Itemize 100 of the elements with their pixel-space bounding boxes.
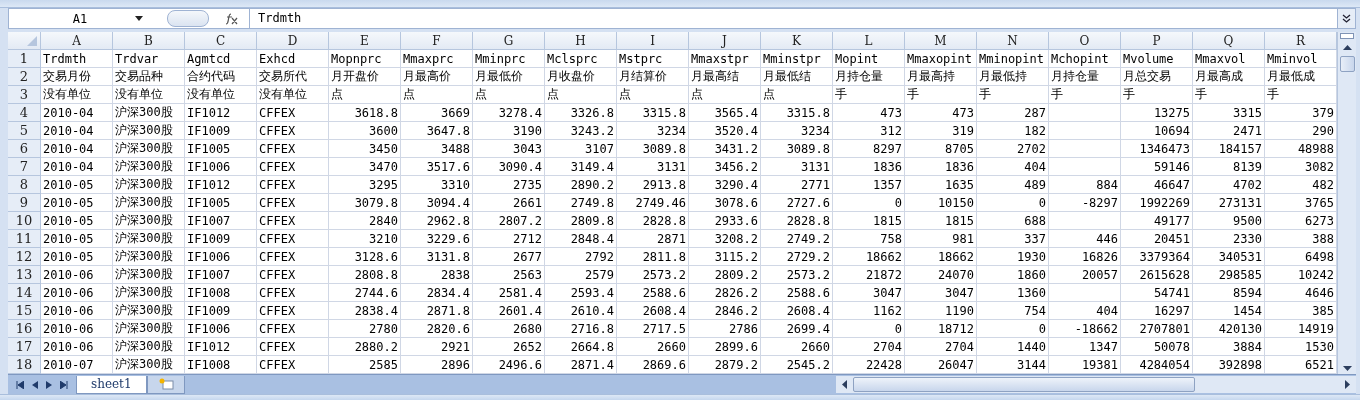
column-header[interactable]: Q [1193, 32, 1265, 50]
last-sheet-icon[interactable] [60, 380, 68, 389]
scroll-left-icon[interactable] [842, 380, 847, 389]
table-cell: 2871.8 [401, 302, 473, 320]
row-header[interactable]: 4 [8, 104, 41, 122]
row-header[interactable]: 15 [8, 302, 41, 320]
table-cell: 3488 [401, 140, 473, 158]
column-header[interactable]: R [1265, 32, 1337, 50]
column-header[interactable]: L [833, 32, 905, 50]
table-cell: 3456.2 [689, 158, 761, 176]
table-cell: CFFEX [257, 104, 329, 122]
previous-sheet-icon[interactable] [32, 380, 38, 389]
row-header[interactable]: 5 [8, 122, 41, 140]
table-cell: 2471 [1193, 122, 1265, 140]
scroll-right-icon[interactable] [1345, 380, 1350, 389]
table-cell: 3379364 [1121, 248, 1193, 266]
table-cell: 1635 [905, 176, 977, 194]
scroll-thumb[interactable] [853, 377, 1195, 392]
table-cell: 18712 [905, 320, 977, 338]
column-header[interactable]: C [185, 32, 257, 50]
column-header[interactable]: E [329, 32, 401, 50]
table-cell: IF1005 [185, 194, 257, 212]
split-handle[interactable] [1340, 33, 1354, 39]
table-cell: 2010-04 [41, 122, 113, 140]
scroll-down-icon[interactable] [1342, 366, 1352, 371]
table-cell: 2010-05 [41, 212, 113, 230]
table-cell: 3234 [617, 122, 689, 140]
table-cell: 点 [473, 86, 545, 104]
column-header[interactable]: G [473, 32, 545, 50]
name-box[interactable]: A1 [9, 9, 167, 28]
column-header[interactable]: B [113, 32, 185, 50]
row-header[interactable]: 6 [8, 140, 41, 158]
empty-cell [1049, 284, 1121, 302]
row-header[interactable]: 13 [8, 266, 41, 284]
column-header[interactable]: I [617, 32, 689, 50]
empty-cell [1049, 158, 1121, 176]
row-header[interactable]: 17 [8, 338, 41, 356]
table-cell: 合约代码 [185, 68, 257, 86]
function-icon[interactable] [225, 12, 239, 25]
next-sheet-icon[interactable] [46, 380, 52, 389]
row-header[interactable]: 3 [8, 86, 41, 104]
column-header[interactable]: J [689, 32, 761, 50]
column-header[interactable]: F [401, 32, 473, 50]
row-header[interactable]: 7 [8, 158, 41, 176]
row-header[interactable]: 11 [8, 230, 41, 248]
row-header[interactable]: 9 [8, 194, 41, 212]
table-cell: CFFEX [257, 212, 329, 230]
table-cell: 沪深300股 [113, 212, 185, 230]
column-header[interactable]: K [761, 32, 833, 50]
row-header[interactable]: 12 [8, 248, 41, 266]
table-cell: 16826 [1049, 248, 1121, 266]
table-cell: CFFEX [257, 248, 329, 266]
table-cell: CFFEX [257, 158, 329, 176]
table-cell: 2563 [473, 266, 545, 284]
column-header[interactable]: D [257, 32, 329, 50]
column-header[interactable]: P [1121, 32, 1193, 50]
table-cell: 8705 [905, 140, 977, 158]
scroll-thumb[interactable] [1339, 56, 1355, 72]
table-cell: 3450 [329, 140, 401, 158]
table-cell: 月最高成 [1193, 68, 1265, 86]
row-header[interactable]: 2 [8, 68, 41, 86]
column-header[interactable]: O [1049, 32, 1121, 50]
column-header[interactable]: N [977, 32, 1049, 50]
row-header[interactable]: 8 [8, 176, 41, 194]
table-cell: 2010-06 [41, 338, 113, 356]
table-cell: 没有单位 [257, 86, 329, 104]
column-header[interactable]: M [905, 32, 977, 50]
double-chevron-icon [1342, 14, 1351, 23]
table-cell: 沪深300股 [113, 104, 185, 122]
row-header[interactable]: 16 [8, 320, 41, 338]
scroll-up-icon[interactable] [1342, 45, 1352, 50]
table-cell: 2010-06 [41, 266, 113, 284]
table-cell: 2846.2 [689, 302, 761, 320]
table-cell: 沪深300股 [113, 122, 185, 140]
table-cell: IF1006 [185, 320, 257, 338]
table-cell: 10694 [1121, 122, 1193, 140]
table-cell: 20057 [1049, 266, 1121, 284]
row-header[interactable]: 14 [8, 284, 41, 302]
table-cell: Exhcd [257, 50, 329, 68]
horizontal-scrollbar[interactable] [836, 376, 1356, 393]
expand-button[interactable] [1337, 9, 1355, 28]
row-header[interactable]: 10 [8, 212, 41, 230]
insert-sheet-button[interactable] [146, 375, 185, 394]
table-cell: 24070 [905, 266, 977, 284]
column-header[interactable]: A [41, 32, 113, 50]
table-cell: 2573.2 [617, 266, 689, 284]
table-cell: 2010-05 [41, 248, 113, 266]
row-header[interactable]: 18 [8, 356, 41, 374]
table-cell: 2838.4 [329, 302, 401, 320]
table-cell: 3243.2 [545, 122, 617, 140]
table-cell: 319 [905, 122, 977, 140]
column-header[interactable]: H [545, 32, 617, 50]
table-cell: 点 [329, 86, 401, 104]
vertical-scrollbar[interactable] [1337, 32, 1356, 374]
table-cell: 2010-05 [41, 230, 113, 248]
sheet-tab[interactable]: sheet1 [76, 375, 147, 394]
row-header[interactable]: 1 [8, 50, 41, 68]
table-cell: 473 [905, 104, 977, 122]
first-sheet-icon[interactable] [16, 380, 24, 389]
table-cell: 沪深300股 [113, 266, 185, 284]
